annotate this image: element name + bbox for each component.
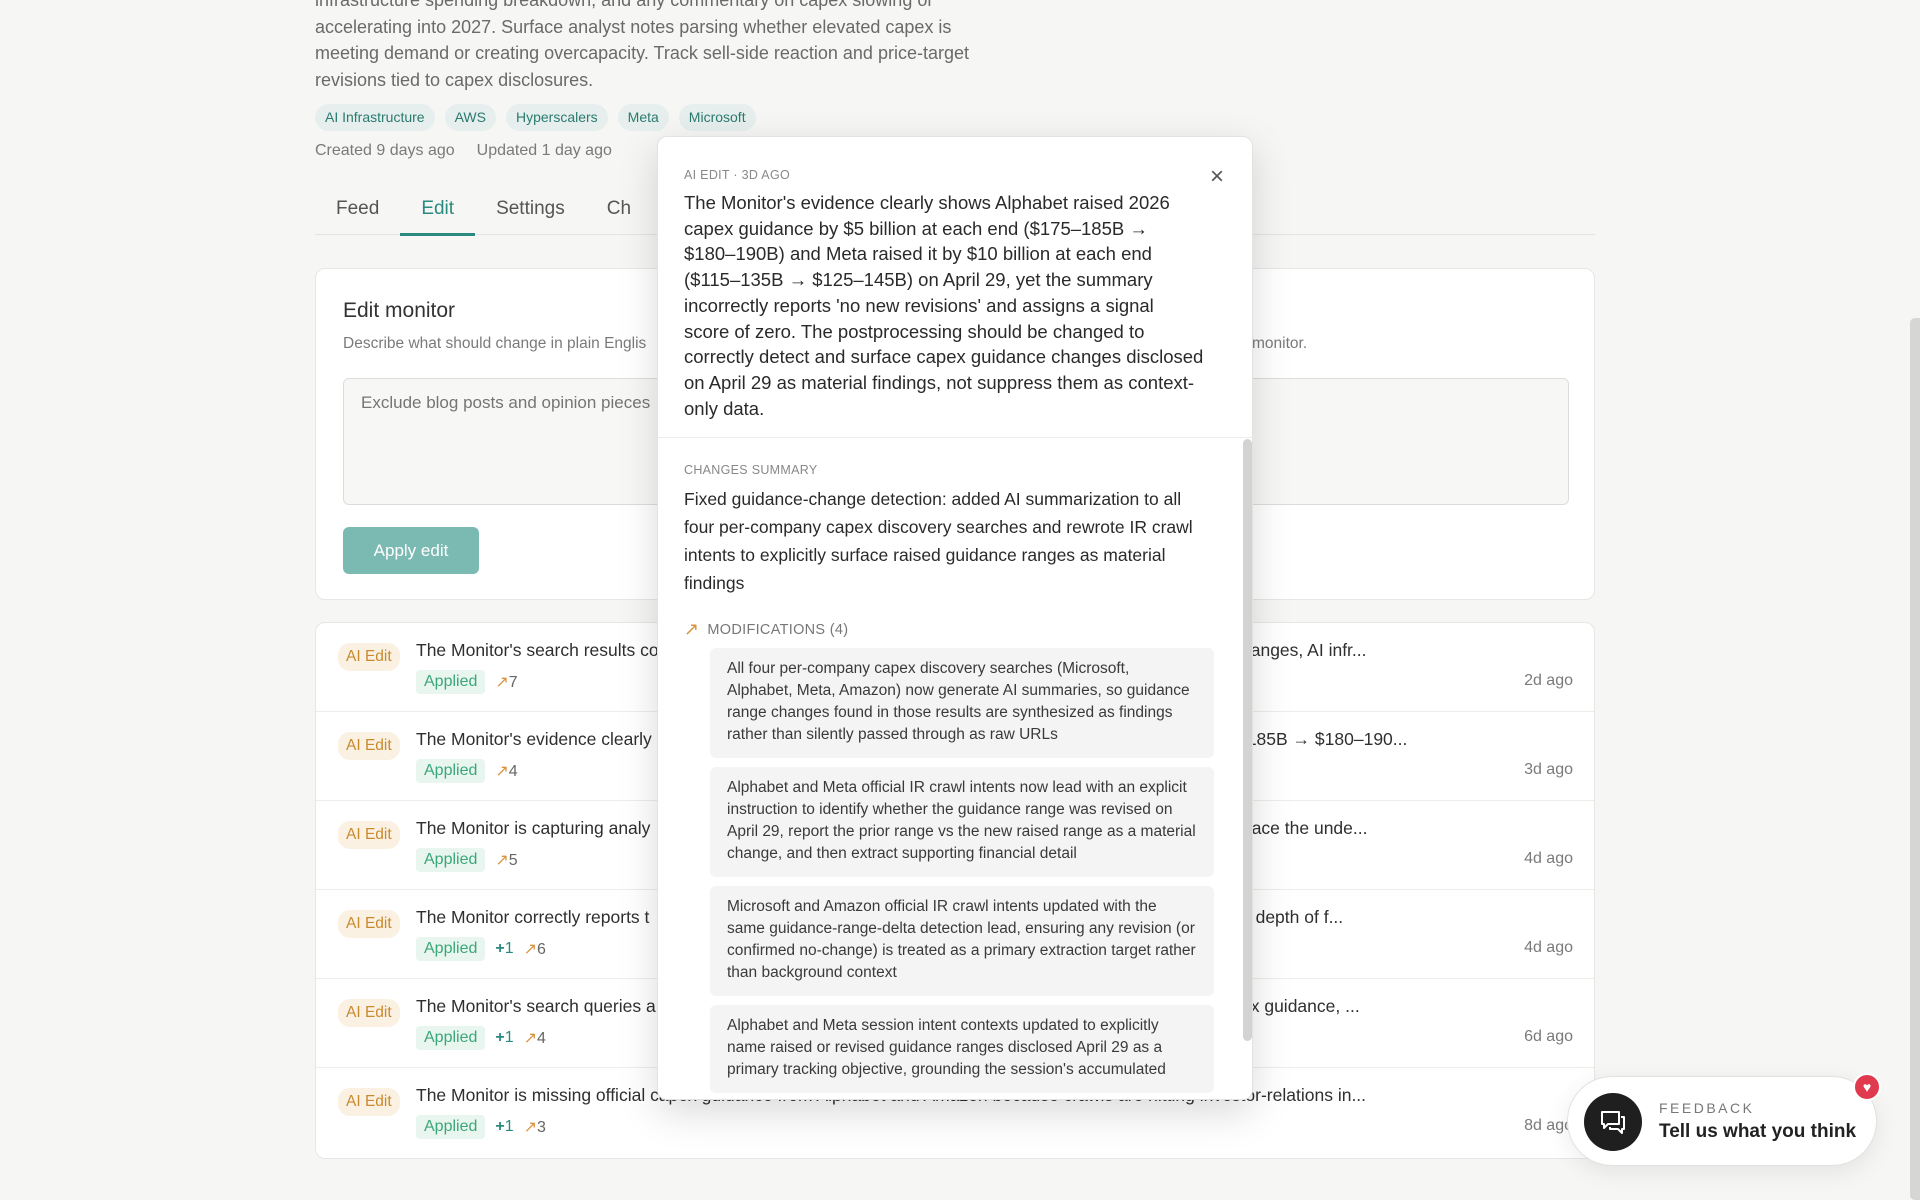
- modifications-header: ↗ MODIFICATIONS (4): [684, 619, 848, 640]
- history-date: 4d ago: [1524, 850, 1573, 867]
- history-title: The Monitor's search queries a: [416, 996, 656, 1016]
- edit-request-text: The Monitor's evidence clearly shows Alp…: [684, 192, 1204, 419]
- arrow-up-right-icon: ↗: [523, 941, 538, 958]
- history-title-tail: e depth of f...: [1241, 907, 1344, 927]
- tag[interactable]: AWS: [444, 104, 496, 131]
- created-time: Created 9 days ago: [315, 142, 455, 159]
- monitor-meta: Created 9 days ago Updated 1 day ago: [315, 142, 612, 160]
- tag[interactable]: AI Infrastructure: [315, 104, 435, 131]
- history-date: 6d ago: [1524, 1028, 1573, 1045]
- plus-icon: +: [495, 1029, 505, 1046]
- modified-count: ↗4: [523, 1030, 546, 1047]
- arrow-up-right-icon: ↗: [495, 763, 509, 780]
- tag[interactable]: Meta: [617, 104, 669, 131]
- history-title-tail: hanges, AI infr...: [1241, 640, 1367, 660]
- page-scrollbar[interactable]: [1910, 318, 1920, 1200]
- modification-item: Alphabet and Meta official IR crawl inte…: [710, 767, 1214, 877]
- added-count: +1: [495, 940, 514, 957]
- updated-time: Updated 1 day ago: [476, 142, 612, 159]
- arrow-up-right-icon: ↗: [684, 619, 700, 639]
- tag[interactable]: Microsoft: [678, 104, 756, 131]
- ai-edit-detail-popover: AI EDIT · 3D AGO × The Monitor's evidenc…: [657, 136, 1253, 1100]
- feedback-label: FEEDBACK: [1659, 1100, 1755, 1116]
- arrow-up-right-icon: ↗: [495, 674, 509, 691]
- history-meta: Applied ↗5: [416, 848, 518, 872]
- changes-summary-label: CHANGES SUMMARY: [684, 463, 818, 477]
- tab-settings[interactable]: Settings: [475, 188, 586, 235]
- popover-label: AI EDIT · 3D AGO: [684, 168, 790, 182]
- ai-edit-badge: AI Edit: [338, 910, 400, 938]
- popover-scrollbar[interactable]: [1243, 439, 1252, 1041]
- history-title: The Monitor's search results co: [416, 640, 659, 660]
- tag[interactable]: Hyperscalers: [505, 104, 608, 131]
- modifications-list: All four per-company capex discovery sea…: [710, 648, 1214, 1099]
- modified-count: ↗7: [495, 674, 518, 691]
- plus-icon: +: [495, 940, 505, 957]
- tab-changes[interactable]: Ch: [586, 188, 652, 235]
- edit-title: Edit monitor: [343, 299, 456, 322]
- applied-status: Applied: [416, 848, 486, 872]
- history-title: The Monitor's evidence clearly: [416, 729, 652, 749]
- edit-subtitle-tail: monitor.: [1252, 335, 1308, 352]
- history-date: 4d ago: [1524, 939, 1573, 956]
- tab-edit[interactable]: Edit: [400, 188, 475, 236]
- edit-subtitle: Describe what should change in plain Eng…: [343, 335, 647, 352]
- history-title: The Monitor correctly reports t: [416, 907, 650, 927]
- arrow-up-right-icon: ↗: [523, 1119, 538, 1136]
- history-meta: Applied +1 ↗6: [416, 937, 546, 961]
- history-date: 2d ago: [1524, 672, 1573, 689]
- tag-list: AI Infrastructure AWS Hyperscalers Meta …: [315, 104, 756, 131]
- modification-item: All four per-company capex discovery sea…: [710, 648, 1214, 758]
- modified-count: ↗6: [523, 941, 546, 958]
- popover-header: AI EDIT · 3D AGO × The Monitor's evidenc…: [658, 137, 1252, 438]
- ai-edit-badge: AI Edit: [338, 643, 400, 671]
- modification-item: Alphabet and Meta session intent context…: [710, 1005, 1214, 1093]
- modified-count: ↗5: [495, 852, 518, 869]
- popover-body[interactable]: CHANGES SUMMARY Fixed guidance-change de…: [658, 439, 1252, 1099]
- ai-edit-badge: AI Edit: [338, 732, 400, 760]
- ai-edit-badge: AI Edit: [338, 821, 400, 849]
- history-title: The Monitor is capturing analy: [416, 818, 651, 838]
- history-meta: Applied ↗7: [416, 670, 518, 694]
- ai-edit-badge: AI Edit: [338, 999, 400, 1027]
- close-icon[interactable]: ×: [1205, 165, 1229, 189]
- added-count: +1: [495, 1118, 514, 1135]
- feedback-widget[interactable]: FEEDBACK Tell us what you think: [1567, 1076, 1877, 1166]
- apply-edit-button[interactable]: Apply edit: [343, 527, 479, 574]
- heart-icon: ♥: [1853, 1073, 1881, 1101]
- history-meta: Applied ↗4: [416, 759, 518, 783]
- plus-icon: +: [495, 1118, 505, 1135]
- monitor-description: infrastructure spending breakdown, and a…: [315, 0, 969, 90]
- tab-feed[interactable]: Feed: [315, 188, 400, 235]
- history-title-tail: rface the unde...: [1241, 818, 1368, 838]
- arrow-up-right-icon: ↗: [495, 852, 509, 869]
- added-count: +1: [495, 1029, 514, 1046]
- modified-count: ↗3: [523, 1119, 546, 1136]
- ai-edit-badge: AI Edit: [338, 1088, 400, 1116]
- applied-status: Applied: [416, 759, 486, 783]
- modifications-label: MODIFICATIONS (4): [707, 621, 849, 638]
- applied-status: Applied: [416, 1026, 486, 1050]
- history-title-tail: -185B → $180–190...: [1241, 729, 1408, 749]
- feedback-title: Tell us what you think: [1659, 1121, 1857, 1142]
- history-date: 8d ago: [1524, 1117, 1573, 1134]
- changes-summary-text: Fixed guidance-change detection: added A…: [684, 489, 1193, 593]
- arrow-up-right-icon: ↗: [523, 1030, 538, 1047]
- history-meta: Applied +1 ↗4: [416, 1026, 546, 1050]
- history-meta: Applied +1 ↗3: [416, 1115, 546, 1139]
- applied-status: Applied: [416, 670, 486, 694]
- applied-status: Applied: [416, 1115, 486, 1139]
- history-date: 3d ago: [1524, 761, 1573, 778]
- applied-status: Applied: [416, 937, 486, 961]
- chat-icon: [1584, 1093, 1642, 1151]
- history-title-tail: ex guidance, ...: [1241, 996, 1360, 1016]
- modification-item: Microsoft and Amazon official IR crawl i…: [710, 886, 1214, 996]
- modified-count: ↗4: [495, 763, 518, 780]
